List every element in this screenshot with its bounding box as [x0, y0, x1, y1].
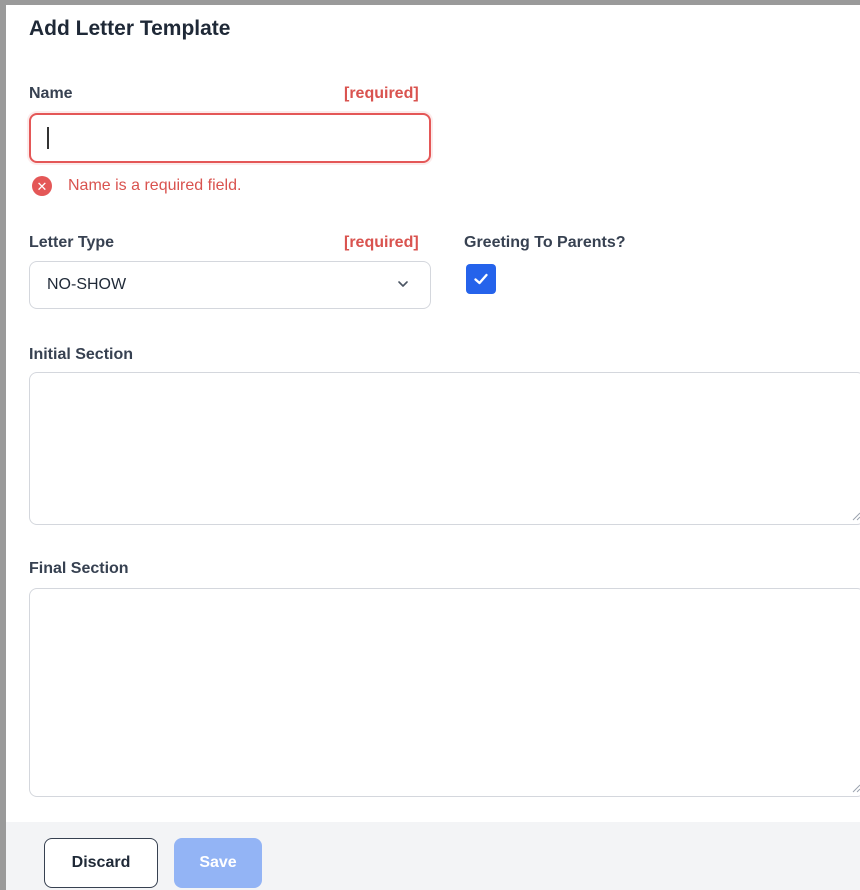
name-label: Name — [29, 85, 73, 102]
resize-grip-icon[interactable] — [851, 511, 860, 521]
discard-button[interactable]: Discard — [44, 838, 158, 888]
final-section-textarea[interactable] — [29, 588, 860, 797]
greeting-checkbox[interactable] — [466, 264, 496, 294]
dialog-panel: Add Letter Template Name [required] ✕ Na… — [0, 0, 860, 890]
letter-type-label: Letter Type — [29, 234, 115, 251]
name-input[interactable] — [29, 113, 431, 163]
x-circle-icon: ✕ — [32, 176, 52, 196]
name-required-tag: [required] — [344, 85, 419, 102]
final-section-label: Final Section — [29, 560, 129, 577]
resize-grip-icon[interactable] — [851, 783, 860, 793]
save-button[interactable]: Save — [174, 838, 262, 888]
check-icon — [474, 273, 488, 285]
letter-type-selected-value: NO-SHOW — [47, 276, 127, 293]
letter-type-select[interactable]: NO-SHOW — [29, 261, 431, 309]
letter-type-required-tag: [required] — [344, 234, 419, 251]
chevron-down-icon — [398, 281, 408, 287]
text-caret — [47, 127, 49, 149]
name-error-message: ✕ Name is a required field. — [32, 175, 241, 197]
greeting-label: Greeting To Parents? — [464, 234, 626, 251]
initial-section-label: Initial Section — [29, 346, 134, 363]
page-title: Add Letter Template — [29, 17, 231, 40]
name-error-text: Name is a required field. — [68, 177, 242, 194]
initial-section-textarea[interactable] — [29, 372, 860, 525]
